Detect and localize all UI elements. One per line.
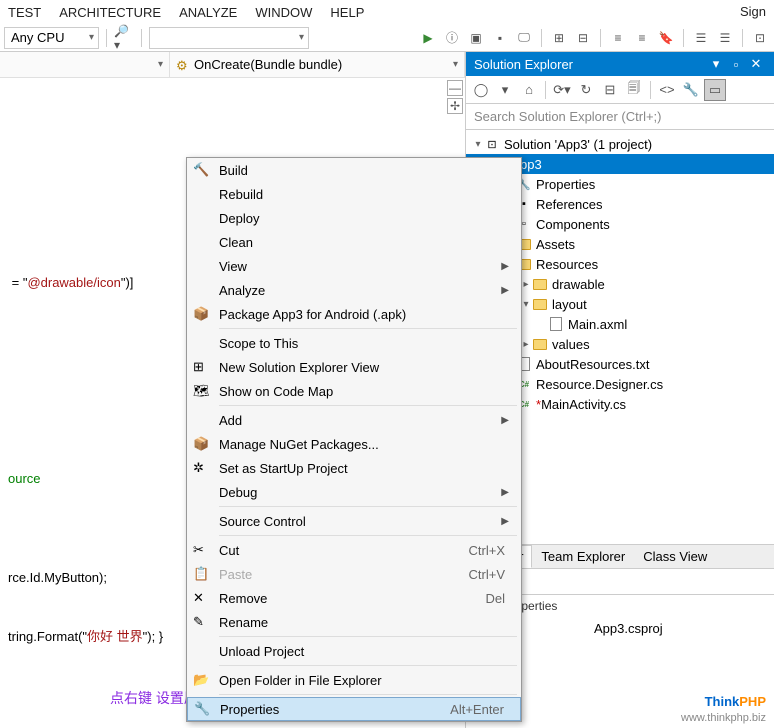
menu-analyze[interactable]: ANALYZE bbox=[179, 5, 237, 20]
forward-icon[interactable]: ▾ bbox=[494, 79, 516, 101]
find-icon[interactable]: 🔎▾ bbox=[114, 28, 134, 48]
nav-method-label: OnCreate(Bundle bundle) bbox=[194, 57, 342, 72]
pkg-icon: 📦 bbox=[193, 306, 209, 322]
properties-icon[interactable]: 🔧 bbox=[680, 79, 702, 101]
sync-icon[interactable]: ⟳▾ bbox=[551, 79, 573, 101]
menu-item-debug[interactable]: Debug▶ bbox=[187, 480, 521, 504]
menu-item-scope-to-this[interactable]: Scope to This bbox=[187, 331, 521, 355]
tab-class-view[interactable]: Class View bbox=[634, 545, 716, 568]
menu-item-new-solution-explorer-view[interactable]: ⊞New Solution Explorer View bbox=[187, 355, 521, 379]
menu-item-unload-project[interactable]: Unload Project bbox=[187, 639, 521, 663]
menu-item-clean[interactable]: Clean bbox=[187, 230, 521, 254]
panel2-icon[interactable]: ⊟ bbox=[573, 28, 593, 48]
menu-item-rebuild[interactable]: Rebuild bbox=[187, 182, 521, 206]
main-toolbar: Any CPU 🔎▾ ▶ ⓘ ▣ ▪ 🖵 ⊞ ⊟ ≡ ≡ 🔖 ☰ ☰ ⊡ bbox=[0, 24, 774, 52]
indent-right-icon[interactable]: ≡ bbox=[632, 28, 652, 48]
menu-item-set-as-startup-project[interactable]: ✲Set as StartUp Project bbox=[187, 456, 521, 480]
nav-class-combo[interactable] bbox=[0, 52, 170, 77]
showall-icon[interactable]: 🗐 bbox=[623, 79, 645, 101]
box-icon[interactable]: ▣ bbox=[466, 28, 486, 48]
submenu-arrow-icon: ▶ bbox=[501, 516, 513, 527]
code-icon[interactable]: <> bbox=[656, 79, 678, 101]
monitor-icon[interactable]: 🖵 bbox=[514, 28, 534, 48]
submenu-arrow-icon: ▶ bbox=[501, 285, 513, 296]
uncomment-icon[interactable]: ☰ bbox=[715, 28, 735, 48]
collapse-icon[interactable]: ⊟ bbox=[599, 79, 621, 101]
menu-window[interactable]: WINDOW bbox=[255, 5, 312, 20]
wrench-icon: 🔧 bbox=[194, 701, 210, 717]
menu-item-manage-nuget-packages-[interactable]: 📦Manage NuGet Packages... bbox=[187, 432, 521, 456]
solution-explorer-title: Solution Explorer ▾ ▫ ✕ bbox=[466, 52, 774, 76]
nuget-icon: 📦 bbox=[193, 436, 209, 452]
home-icon[interactable]: ⌂ bbox=[518, 79, 540, 101]
folder-icon bbox=[532, 336, 548, 352]
start-icon[interactable]: ▶ bbox=[418, 28, 438, 48]
toolbox-icon[interactable]: ⊡ bbox=[750, 28, 770, 48]
dropdown[interactable] bbox=[149, 27, 309, 49]
newview-icon: ⊞ bbox=[193, 359, 209, 375]
submenu-arrow-icon: ▶ bbox=[501, 487, 513, 498]
nav-method-combo[interactable]: ⚙ OnCreate(Bundle bundle) bbox=[170, 52, 465, 77]
menu-item-properties[interactable]: 🔧PropertiesAlt+Enter bbox=[187, 697, 521, 721]
menu-item-remove[interactable]: ✕RemoveDel bbox=[187, 586, 521, 610]
paste-icon: 📋 bbox=[193, 566, 209, 582]
menu-item-build[interactable]: 🔨Build bbox=[187, 158, 521, 182]
project-context-menu: 🔨BuildRebuildDeployCleanView▶Analyze▶📦Pa… bbox=[186, 157, 522, 722]
menu-item-source-control[interactable]: Source Control▶ bbox=[187, 509, 521, 533]
comment-icon[interactable]: ☰ bbox=[691, 28, 711, 48]
indent-left-icon[interactable]: ≡ bbox=[608, 28, 628, 48]
bookmark-icon[interactable]: 🔖 bbox=[656, 28, 676, 48]
tree-solution-root[interactable]: ▾ ⊡ Solution 'App3' (1 project) bbox=[466, 134, 774, 154]
menubar: TEST ARCHITECTURE ANALYZE WINDOW HELP Si… bbox=[0, 0, 774, 24]
method-icon: ⚙ bbox=[176, 58, 190, 72]
back-icon[interactable]: ◯ bbox=[470, 79, 492, 101]
solution-icon: ⊡ bbox=[484, 136, 500, 152]
solution-explorer-toolbar: ◯ ▾ ⌂ ⟳▾ ↻ ⊟ 🗐 <> 🔧 ▭ bbox=[466, 76, 774, 104]
submenu-arrow-icon: ▶ bbox=[501, 415, 513, 426]
menu-item-cut[interactable]: ✂CutCtrl+X bbox=[187, 538, 521, 562]
menu-item-rename[interactable]: ✎Rename bbox=[187, 610, 521, 634]
panel1-icon[interactable]: ⊞ bbox=[549, 28, 569, 48]
folder-icon: 📂 bbox=[193, 672, 209, 688]
refresh-icon[interactable]: ↻ bbox=[575, 79, 597, 101]
submenu-arrow-icon: ▶ bbox=[501, 261, 513, 272]
menu-item-add[interactable]: Add▶ bbox=[187, 408, 521, 432]
menu-item-show-on-code-map[interactable]: 🗺Show on Code Map bbox=[187, 379, 521, 403]
file-icon bbox=[548, 316, 564, 332]
nav-bar: ⚙ OnCreate(Bundle bundle) bbox=[0, 52, 465, 78]
menu-item-analyze[interactable]: Analyze▶ bbox=[187, 278, 521, 302]
sign-in-link[interactable]: Sign bbox=[740, 4, 766, 19]
info-icon[interactable]: ⓘ bbox=[442, 28, 462, 48]
panel-dropdown-icon[interactable]: ▾ bbox=[706, 56, 726, 72]
menu-item-package-app3-for-android-apk-[interactable]: 📦Package App3 for Android (.apk) bbox=[187, 302, 521, 326]
folder-icon bbox=[532, 276, 548, 292]
menu-test[interactable]: TEST bbox=[8, 5, 41, 20]
build-icon: 🔨 bbox=[193, 162, 209, 178]
menu-item-deploy[interactable]: Deploy bbox=[187, 206, 521, 230]
menu-help[interactable]: HELP bbox=[330, 5, 364, 20]
rename-icon: ✎ bbox=[193, 614, 209, 630]
panel-close-icon[interactable]: ✕ bbox=[746, 56, 766, 72]
menu-item-open-folder-in-file-explorer[interactable]: 📂Open Folder in File Explorer bbox=[187, 668, 521, 692]
panel-pin-icon[interactable]: ▫ bbox=[726, 57, 746, 72]
folder-icon bbox=[532, 296, 548, 312]
watermark-logo: ThinkPHP www.thinkphp.biz bbox=[681, 686, 766, 724]
platform-combo[interactable]: Any CPU bbox=[4, 27, 99, 49]
tab-team-explorer[interactable]: Team Explorer bbox=[532, 545, 634, 568]
remove-icon: ✕ bbox=[193, 590, 209, 606]
menu-item-paste: 📋PasteCtrl+V bbox=[187, 562, 521, 586]
solution-explorer-search[interactable]: Search Solution Explorer (Ctrl+;) bbox=[466, 104, 774, 130]
menu-item-view[interactable]: View▶ bbox=[187, 254, 521, 278]
preview-icon[interactable]: ▭ bbox=[704, 79, 726, 101]
startup-icon: ✲ bbox=[193, 460, 209, 476]
codemap-icon: 🗺 bbox=[193, 383, 209, 399]
terminal-icon[interactable]: ▪ bbox=[490, 28, 510, 48]
cut-icon: ✂ bbox=[193, 542, 209, 558]
menu-architecture[interactable]: ARCHITECTURE bbox=[59, 5, 161, 20]
